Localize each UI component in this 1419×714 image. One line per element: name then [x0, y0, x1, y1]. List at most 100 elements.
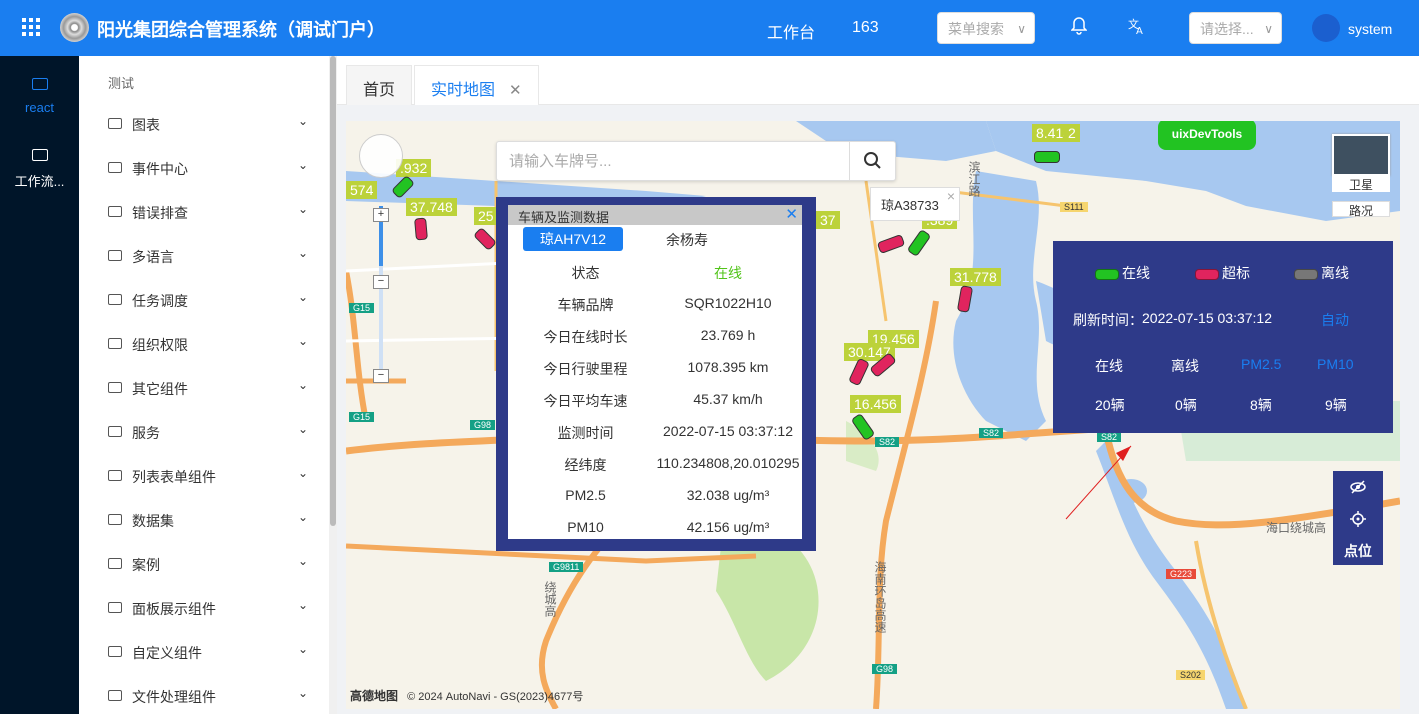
sidebar-item-label: 数据集 — [132, 513, 174, 529]
plate-search-input[interactable] — [497, 142, 849, 180]
tab-home[interactable]: 首页 — [346, 65, 413, 105]
car-label: 37.748 — [406, 198, 457, 216]
translate-icon[interactable]: 文A — [1127, 17, 1147, 37]
sidebar-item[interactable]: 多语言 ⌄ — [108, 246, 308, 266]
tab-realtime-map[interactable]: 实时地图 ✕ — [414, 65, 539, 105]
map-pan-control[interactable] — [359, 134, 403, 178]
sidebar-item[interactable]: 错误排查 ⌄ — [108, 202, 308, 222]
rail-item-react[interactable]: react — [0, 78, 79, 115]
legend-online: 在线 — [1095, 263, 1150, 283]
close-icon[interactable]: × — [947, 188, 955, 204]
sidebar-item[interactable]: 服务 ⌄ — [108, 422, 308, 442]
sidebar-item[interactable]: 图表 ⌄ — [108, 114, 308, 134]
zoom-handle[interactable]: − — [373, 275, 389, 289]
info-value: 32.038 ug/m³ — [686, 487, 770, 503]
sidebar-item[interactable]: 事件中心 ⌄ — [108, 158, 308, 178]
sidebar-item[interactable]: 自定义组件 ⌄ — [108, 642, 308, 662]
sidebar-item[interactable]: 列表表单组件 ⌄ — [108, 466, 308, 486]
devtools-button[interactable]: uixDevTools — [1158, 121, 1256, 150]
road-shield: G223 — [1166, 569, 1197, 579]
folder-icon — [108, 558, 122, 569]
tab-bar: 首页 实时地图 ✕ — [337, 56, 1419, 105]
folder-icon — [108, 646, 122, 657]
stat-col-label: 在线 — [1095, 358, 1123, 374]
chevron-down-icon: ⌄ — [297, 290, 308, 304]
auto-refresh-toggle[interactable]: 自动 — [1321, 310, 1349, 330]
sidebar-item[interactable]: 任务调度 ⌄ — [108, 290, 308, 310]
stat-col-label: 离线 — [1171, 358, 1199, 374]
car-offline-icon — [1294, 268, 1318, 280]
car-label: 31.778 — [950, 268, 1001, 286]
sidebar-item[interactable]: 其它组件 ⌄ — [108, 378, 308, 398]
bell-icon[interactable] — [1069, 17, 1089, 37]
map-zoom-slider[interactable]: + − − — [373, 186, 389, 386]
point-toggle[interactable]: 点位 — [1333, 541, 1383, 561]
sidebar-item[interactable]: 面板展示组件 ⌄ — [108, 598, 308, 618]
car-marker-alarm[interactable] — [414, 217, 428, 241]
sidebar-item[interactable]: 组织权限 ⌄ — [108, 334, 308, 354]
map-place-label: 海口绕城高 — [1266, 521, 1327, 535]
folder-icon — [108, 514, 122, 525]
avatar[interactable] — [1312, 14, 1340, 42]
info-value: 42.156 ug/m³ — [686, 519, 770, 535]
zoom-out-button[interactable]: − — [373, 369, 389, 383]
scroll-thumb[interactable] — [330, 56, 336, 526]
search-button[interactable] — [849, 142, 895, 180]
satellite-thumbnail[interactable] — [1332, 134, 1390, 176]
folder-icon — [108, 382, 122, 393]
stat-col-label[interactable]: PM10 — [1317, 356, 1354, 372]
stat-col-value: 20辆 — [1095, 397, 1125, 413]
stat-col-label[interactable]: PM2.5 — [1241, 356, 1281, 372]
message-count[interactable]: 163 — [852, 19, 879, 37]
info-row: PM2.5 32.038 ug/m³ — [508, 487, 802, 507]
legend-offline: 离线 — [1294, 263, 1349, 283]
realtime-map[interactable]: G15 G15 G98 S111 S82 S82 S82 G9811 G223 … — [346, 121, 1400, 709]
car-marker-online[interactable] — [1034, 151, 1060, 163]
info-value: SQR1022H10 — [684, 295, 772, 311]
folder-icon — [108, 690, 122, 701]
username[interactable]: system — [1348, 21, 1392, 37]
info-key: 状态 — [571, 265, 600, 281]
vehicle-tooltip: 琼A38733 × — [870, 187, 960, 221]
workbench-link[interactable]: 工作台 — [767, 19, 815, 43]
rail-item-workflow[interactable]: 工作流... — [0, 149, 79, 190]
copyright-text: © 2024 AutoNavi - GS(2023)4677号 — [407, 691, 584, 703]
menu-search-select[interactable]: 菜单搜索 ∨ — [937, 12, 1035, 44]
sidebar-item[interactable]: 数据集 ⌄ — [108, 510, 308, 530]
info-key: 今日在线时长 — [543, 329, 628, 345]
close-icon[interactable]: ✕ — [509, 82, 522, 99]
close-icon[interactable]: ✕ — [785, 205, 798, 223]
sidebar-item-label: 案例 — [132, 557, 160, 573]
locate-icon[interactable] — [1349, 510, 1367, 531]
sidebar-scrollbar[interactable] — [329, 56, 337, 714]
chevron-down-icon: ⌄ — [297, 158, 308, 172]
sidebar-item[interactable]: 案例 ⌄ — [108, 554, 308, 574]
amap-logo: 高德地图 — [350, 689, 399, 703]
info-value: 23.769 h — [700, 327, 756, 343]
zoom-in-button[interactable]: + — [373, 208, 389, 222]
road-shield: S202 — [1176, 670, 1206, 680]
sidebar-item[interactable]: 文件处理组件 ⌄ — [108, 686, 308, 706]
folder-icon — [108, 426, 122, 437]
road-shield: G9811 — [549, 562, 584, 572]
sidebar-item-label: 错误排查 — [132, 205, 188, 221]
plate-search[interactable] — [496, 141, 896, 181]
car-label: 37 — [816, 211, 840, 229]
folder-icon — [31, 149, 48, 161]
info-row: 今日行驶里程 1078.395 km — [508, 359, 802, 379]
refresh-label: 刷新时间： — [1073, 312, 1143, 328]
portal-select-placeholder: 请选择... — [1200, 21, 1254, 37]
road-shield: S82 — [979, 428, 1004, 438]
portal-select[interactable]: 请选择... ∨ — [1189, 12, 1282, 44]
sidebar-item-label: 其它组件 — [132, 381, 188, 397]
traffic-toggle[interactable]: 路况 — [1332, 201, 1390, 218]
popup-title: 车辆及监测数据 — [518, 210, 610, 225]
road-shield: G98 — [872, 664, 898, 674]
info-row: 状态 在线 — [508, 263, 802, 283]
info-key: 车辆品牌 — [557, 297, 614, 313]
satellite-label[interactable]: 卫星 — [1332, 176, 1390, 192]
folder-icon — [108, 118, 122, 129]
apps-grid-icon[interactable] — [22, 18, 40, 36]
eye-off-icon[interactable] — [1349, 479, 1367, 498]
chevron-down-icon: ⌄ — [297, 642, 308, 656]
